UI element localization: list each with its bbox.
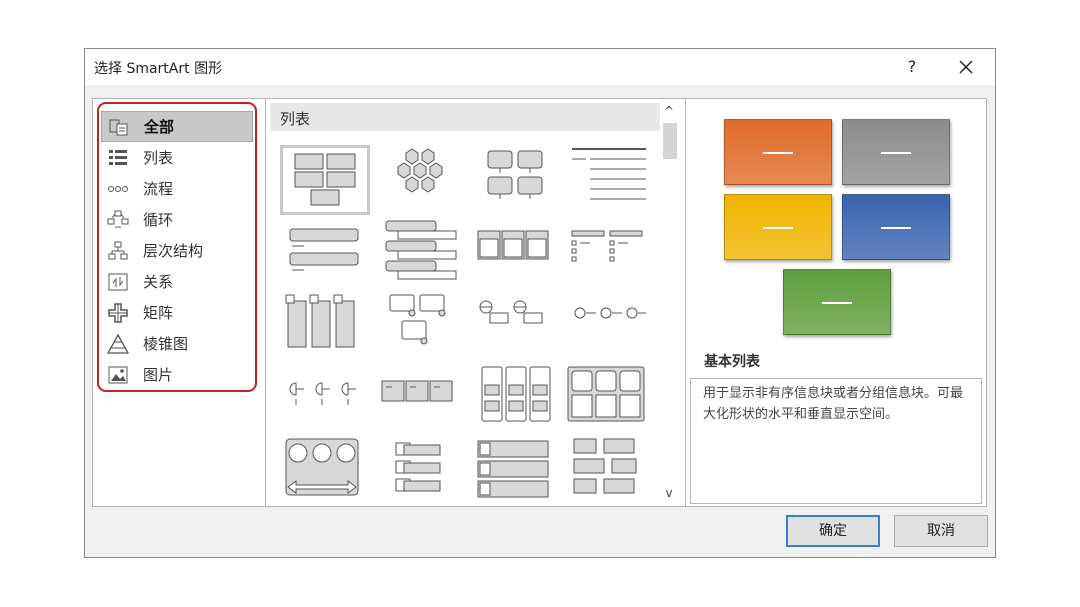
hierarchy-icon bbox=[108, 241, 128, 259]
layout-grid bbox=[278, 143, 658, 503]
vertical-box-list-thumbnail-icon bbox=[285, 294, 355, 348]
category-item-hierarchy[interactable]: 层次结构 bbox=[101, 235, 253, 266]
preview-block-yellow bbox=[724, 194, 832, 260]
category-label: 全部 bbox=[144, 118, 175, 136]
close-button[interactable] bbox=[951, 53, 981, 81]
alternating-list-thumbnail-icon bbox=[487, 150, 543, 199]
category-item-all[interactable]: 全部 bbox=[101, 111, 253, 142]
pyramid-icon bbox=[107, 333, 129, 354]
layout-hexagon-cluster[interactable] bbox=[378, 145, 468, 215]
layout-vertical-bullet-list[interactable] bbox=[282, 221, 372, 291]
layout-picture-caption-list[interactable] bbox=[378, 291, 468, 361]
cancel-button[interactable]: 取消 bbox=[894, 515, 988, 547]
layout-half-circle-list[interactable] bbox=[282, 369, 372, 439]
smartart-dialog: 选择 SmartArt 图形 ? 全部 列表 流程 循环 层次结构 关系 矩阵 … bbox=[84, 48, 996, 558]
layout-staggered-list[interactable] bbox=[568, 437, 658, 507]
list-icon bbox=[109, 149, 127, 165]
segmented-list-thumbnail-icon bbox=[477, 440, 549, 498]
ok-button[interactable]: 确定 bbox=[786, 515, 880, 547]
hexagon-cluster-thumbnail-icon bbox=[397, 148, 443, 193]
vertical-bullet-list-thumbnail-icon bbox=[289, 228, 359, 271]
layout-trapezoid-list[interactable] bbox=[472, 365, 562, 435]
category-list: 全部 列表 流程 循环 层次结构 关系 矩阵 棱锥图 图片 bbox=[101, 111, 253, 390]
preview-block-green bbox=[783, 269, 891, 335]
staggered-list-thumbnail-icon bbox=[573, 438, 637, 494]
dialog-title: 选择 SmartArt 图形 bbox=[94, 61, 223, 77]
vertical-tab-list-thumbnail-icon bbox=[395, 442, 441, 492]
layout-gallery: 列表 ^ v bbox=[265, 98, 686, 507]
layout-circle-arrow-list[interactable] bbox=[282, 437, 372, 507]
layout-segmented-list[interactable] bbox=[472, 437, 562, 507]
layout-alternating-list[interactable] bbox=[474, 145, 564, 215]
title-bar: 选择 SmartArt 图形 ? bbox=[85, 49, 995, 85]
layout-circle-process-list[interactable] bbox=[566, 293, 656, 363]
picture-caption-list-thumbnail-icon bbox=[389, 294, 446, 345]
circle-accent-list-thumbnail-icon bbox=[479, 300, 543, 324]
category-label: 列表 bbox=[143, 149, 174, 167]
scrollbar-thumb[interactable] bbox=[663, 123, 677, 159]
layout-basic-list[interactable] bbox=[280, 145, 370, 215]
preview-block-blue bbox=[842, 194, 950, 260]
all-layouts-icon bbox=[109, 119, 128, 135]
category-item-list[interactable]: 列表 bbox=[101, 142, 253, 173]
layout-circle-accent-list[interactable] bbox=[472, 293, 562, 363]
gallery-heading: 列表 bbox=[280, 110, 311, 128]
lined-list-thumbnail-icon bbox=[572, 148, 646, 200]
category-item-cycle[interactable]: 循环 bbox=[101, 204, 253, 235]
grouped-list-thumbnail-icon bbox=[567, 366, 645, 422]
help-button[interactable]: ? bbox=[897, 53, 927, 81]
layout-stacked-list[interactable] bbox=[378, 219, 468, 289]
category-item-process[interactable]: 流程 bbox=[101, 173, 253, 204]
preview-block-gray bbox=[842, 119, 950, 185]
layout-horizontal-bullet-list[interactable] bbox=[566, 221, 656, 291]
trapezoid-list-thumbnail-icon bbox=[481, 366, 551, 422]
matrix-icon bbox=[108, 302, 128, 323]
stacked-list-thumbnail-icon bbox=[385, 220, 457, 280]
basic-list-thumbnail-icon bbox=[294, 153, 356, 206]
process-icon bbox=[108, 185, 128, 192]
table-list-thumbnail-icon bbox=[477, 230, 549, 260]
tab-list-thumbnail-icon bbox=[381, 380, 453, 402]
category-item-matrix[interactable]: 矩阵 bbox=[101, 297, 253, 328]
picture-icon bbox=[108, 366, 128, 383]
category-label: 关系 bbox=[143, 273, 174, 291]
preview-panel: 基本列表 用于显示非有序信息块或者分组信息块。可最大化形状的水平和垂直显示空间。 bbox=[685, 98, 987, 507]
description-box: 用于显示非有序信息块或者分组信息块。可最大化形状的水平和垂直显示空间。 bbox=[690, 378, 982, 504]
category-label: 矩阵 bbox=[143, 304, 174, 322]
layout-vertical-tab-list[interactable] bbox=[390, 437, 480, 507]
layout-table-list[interactable] bbox=[472, 221, 562, 291]
layout-name: 基本列表 bbox=[704, 354, 760, 370]
category-label: 循环 bbox=[143, 211, 174, 229]
layout-grouped-list[interactable] bbox=[566, 365, 656, 435]
circle-arrow-list-thumbnail-icon bbox=[285, 438, 359, 496]
category-label: 图片 bbox=[143, 366, 174, 384]
category-item-picture[interactable]: 图片 bbox=[101, 359, 253, 390]
category-item-relationship[interactable]: 关系 bbox=[101, 266, 253, 297]
preview-block-orange bbox=[724, 119, 832, 185]
half-circle-list-thumbnail-icon bbox=[289, 382, 356, 405]
category-label: 流程 bbox=[143, 180, 174, 198]
category-label: 层次结构 bbox=[143, 242, 204, 260]
gallery-header: 列表 bbox=[270, 103, 660, 131]
layout-vertical-box-list[interactable] bbox=[282, 291, 372, 361]
layout-tab-list[interactable] bbox=[378, 371, 468, 441]
category-label: 棱锥图 bbox=[143, 335, 189, 353]
close-icon bbox=[959, 60, 973, 74]
relationship-icon bbox=[108, 273, 128, 290]
layout-description: 用于显示非有序信息块或者分组信息块。可最大化形状的水平和垂直显示空间。 bbox=[703, 386, 964, 422]
scroll-down-button[interactable]: v bbox=[661, 485, 677, 501]
scroll-up-button[interactable]: ^ bbox=[661, 103, 677, 119]
category-item-pyramid[interactable]: 棱锥图 bbox=[101, 328, 253, 359]
circle-process-list-thumbnail-icon bbox=[574, 307, 646, 319]
cycle-icon bbox=[107, 210, 129, 227]
layout-lined-list[interactable] bbox=[566, 145, 656, 215]
horizontal-bullet-list-thumbnail-icon bbox=[571, 230, 643, 262]
